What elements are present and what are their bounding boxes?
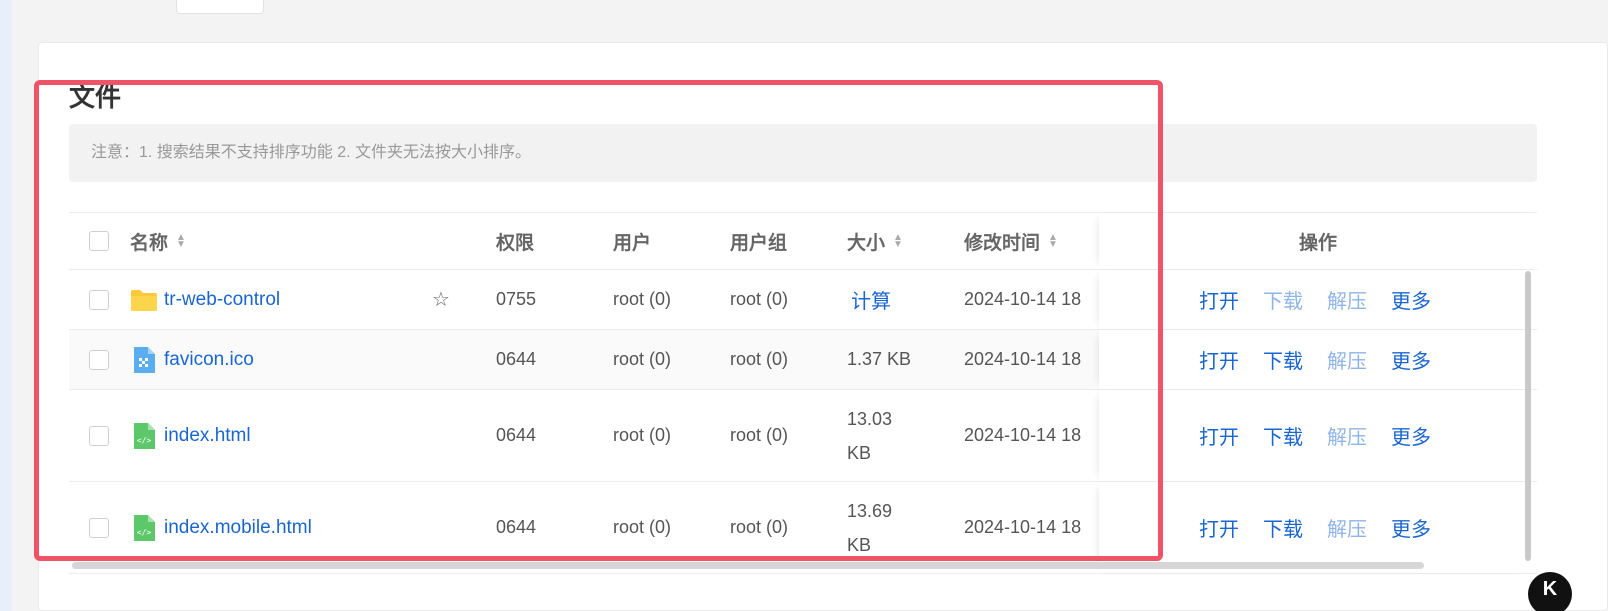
download-button[interactable]: 下载 — [1263, 513, 1303, 542]
table-row: </> index.mobile.html 0644 root (0) root… — [69, 482, 1537, 574]
size-cell: 1.37 KB — [847, 349, 912, 369]
table-row: favicon.ico 0644 root (0) root (0) 1.37 … — [69, 330, 1537, 390]
perm-cell: 0644 — [496, 517, 537, 537]
table-row: tr-web-control ☆ 0755 root (0) root (0) … — [69, 270, 1537, 330]
column-time-label: 修改时间 — [964, 232, 1041, 254]
file-name-cell: tr-web-control — [130, 270, 280, 329]
file-name-cell: </> index.mobile.html — [130, 482, 312, 573]
more-button[interactable]: 更多 — [1391, 421, 1431, 450]
extract-button[interactable]: 解压 — [1327, 285, 1367, 314]
perm-cell: 0644 — [496, 425, 537, 445]
group-cell: root (0) — [730, 517, 789, 537]
file-name-cell: favicon.ico — [130, 330, 254, 389]
size-cell: 13.03 KB — [847, 390, 892, 481]
perm-cell: 0644 — [496, 349, 537, 369]
folder-icon — [130, 286, 158, 314]
time-cell: 2024-10-14 18 — [964, 289, 1082, 309]
vertical-scrollbar[interactable] — [1525, 271, 1531, 561]
column-size-header[interactable]: 大小 ▲ ▼ — [847, 213, 903, 269]
size-unit: KB — [847, 534, 872, 555]
size-value: 13.03 — [847, 408, 893, 429]
row-checkbox[interactable] — [89, 289, 109, 310]
column-ops-header: 操作 — [1099, 213, 1537, 269]
column-group-header: 用户组 — [730, 232, 788, 254]
open-button[interactable]: 打开 — [1199, 421, 1239, 450]
download-button[interactable]: 下载 — [1263, 421, 1303, 450]
user-cell: root (0) — [613, 289, 672, 309]
row-checkbox-cell — [89, 330, 109, 389]
time-cell: 2024-10-14 18 — [964, 425, 1082, 445]
table-header: 名称 ▲ ▼ 权限 用户 用户组 大小 ▲ ▼ 修改时间 ▲ ▼ 操作 — [69, 212, 1537, 270]
time-cell: 2024-10-14 18 — [964, 517, 1082, 537]
calculate-size-link[interactable]: 计算 — [851, 285, 891, 314]
row-actions: 打开 下载 解压 更多 — [1199, 330, 1455, 389]
file-name-link[interactable]: favicon.ico — [164, 349, 254, 371]
column-size-label: 大小 — [847, 232, 886, 254]
svg-text:</>: </> — [137, 528, 152, 537]
column-user-header: 用户 — [613, 232, 652, 254]
html-file-icon: </> — [130, 514, 158, 542]
html-file-icon: </> — [130, 422, 158, 450]
file-list-card: 文件 注意：1. 搜索结果不支持排序功能 2. 文件夹无法按大小排序。 名称 ▲ ▼… — [38, 42, 1608, 611]
row-checkbox[interactable] — [89, 349, 109, 370]
time-cell: 2024-10-14 18 — [964, 349, 1082, 369]
column-name-header[interactable]: 名称 ▲ ▼ — [130, 213, 186, 269]
row-checkbox-cell — [89, 270, 109, 329]
more-button[interactable]: 更多 — [1391, 513, 1431, 542]
row-actions: 打开 下载 解压 更多 — [1199, 270, 1455, 329]
user-cell: root (0) — [613, 349, 672, 369]
file-name-link[interactable]: index.mobile.html — [164, 517, 312, 539]
sort-icon[interactable]: ▲ ▼ — [1048, 233, 1058, 250]
group-cell: root (0) — [730, 425, 789, 445]
extract-button[interactable]: 解压 — [1327, 421, 1367, 450]
sort-icon[interactable]: ▲ ▼ — [176, 233, 186, 250]
table-row: </> index.html 0644 root (0) root (0) 13… — [69, 390, 1537, 482]
more-button[interactable]: 更多 — [1391, 285, 1431, 314]
svg-text:</>: </> — [137, 436, 152, 445]
file-table: 名称 ▲ ▼ 权限 用户 用户组 大小 ▲ ▼ 修改时间 ▲ ▼ 操作 tr-web-con… — [69, 212, 1537, 574]
column-time-header[interactable]: 修改时间 ▲ ▼ — [964, 213, 1058, 269]
open-button[interactable]: 打开 — [1199, 285, 1239, 314]
image-file-icon — [130, 346, 158, 374]
notice-banner: 注意：1. 搜索结果不支持排序功能 2. 文件夹无法按大小排序。 — [69, 124, 1537, 182]
size-cell: 13.69 KB — [847, 482, 892, 573]
user-cell: root (0) — [613, 517, 672, 537]
horizontal-scrollbar[interactable] — [72, 562, 1424, 569]
left-edge-strip — [0, 0, 12, 611]
file-name-cell: </> index.html — [130, 390, 251, 481]
select-all-cell — [89, 213, 109, 269]
star-icon[interactable]: ☆ — [432, 270, 450, 329]
group-cell: root (0) — [730, 289, 789, 309]
row-actions: 打开 下载 解压 更多 — [1199, 390, 1455, 481]
extract-button[interactable]: 解压 — [1327, 345, 1367, 374]
open-button[interactable]: 打开 — [1199, 513, 1239, 542]
row-checkbox[interactable] — [89, 517, 109, 538]
select-all-checkbox[interactable] — [89, 231, 109, 251]
extract-button[interactable]: 解压 — [1327, 513, 1367, 542]
user-cell: root (0) — [613, 425, 672, 445]
perm-cell: 0755 — [496, 289, 537, 309]
page-title: 文件 — [69, 82, 122, 112]
row-checkbox-cell — [89, 390, 109, 481]
more-button[interactable]: 更多 — [1391, 345, 1431, 374]
corner-badge[interactable]: K — [1528, 572, 1572, 611]
open-button[interactable]: 打开 — [1199, 345, 1239, 374]
file-name-link[interactable]: index.html — [164, 425, 251, 447]
top-tab[interactable] — [176, 0, 264, 14]
column-name-label: 名称 — [130, 232, 169, 254]
file-name-link[interactable]: tr-web-control — [164, 289, 280, 311]
group-cell: root (0) — [730, 349, 789, 369]
row-checkbox-cell — [89, 482, 109, 573]
row-checkbox[interactable] — [89, 425, 109, 446]
download-button[interactable]: 下载 — [1263, 285, 1303, 314]
column-perm-header: 权限 — [496, 232, 535, 254]
size-cell: 计算 — [847, 270, 891, 329]
row-actions: 打开 下载 解压 更多 — [1199, 482, 1455, 573]
download-button[interactable]: 下载 — [1263, 345, 1303, 374]
size-value: 13.69 — [847, 500, 893, 521]
sort-icon[interactable]: ▲ ▼ — [893, 233, 903, 250]
size-unit: KB — [847, 442, 872, 463]
